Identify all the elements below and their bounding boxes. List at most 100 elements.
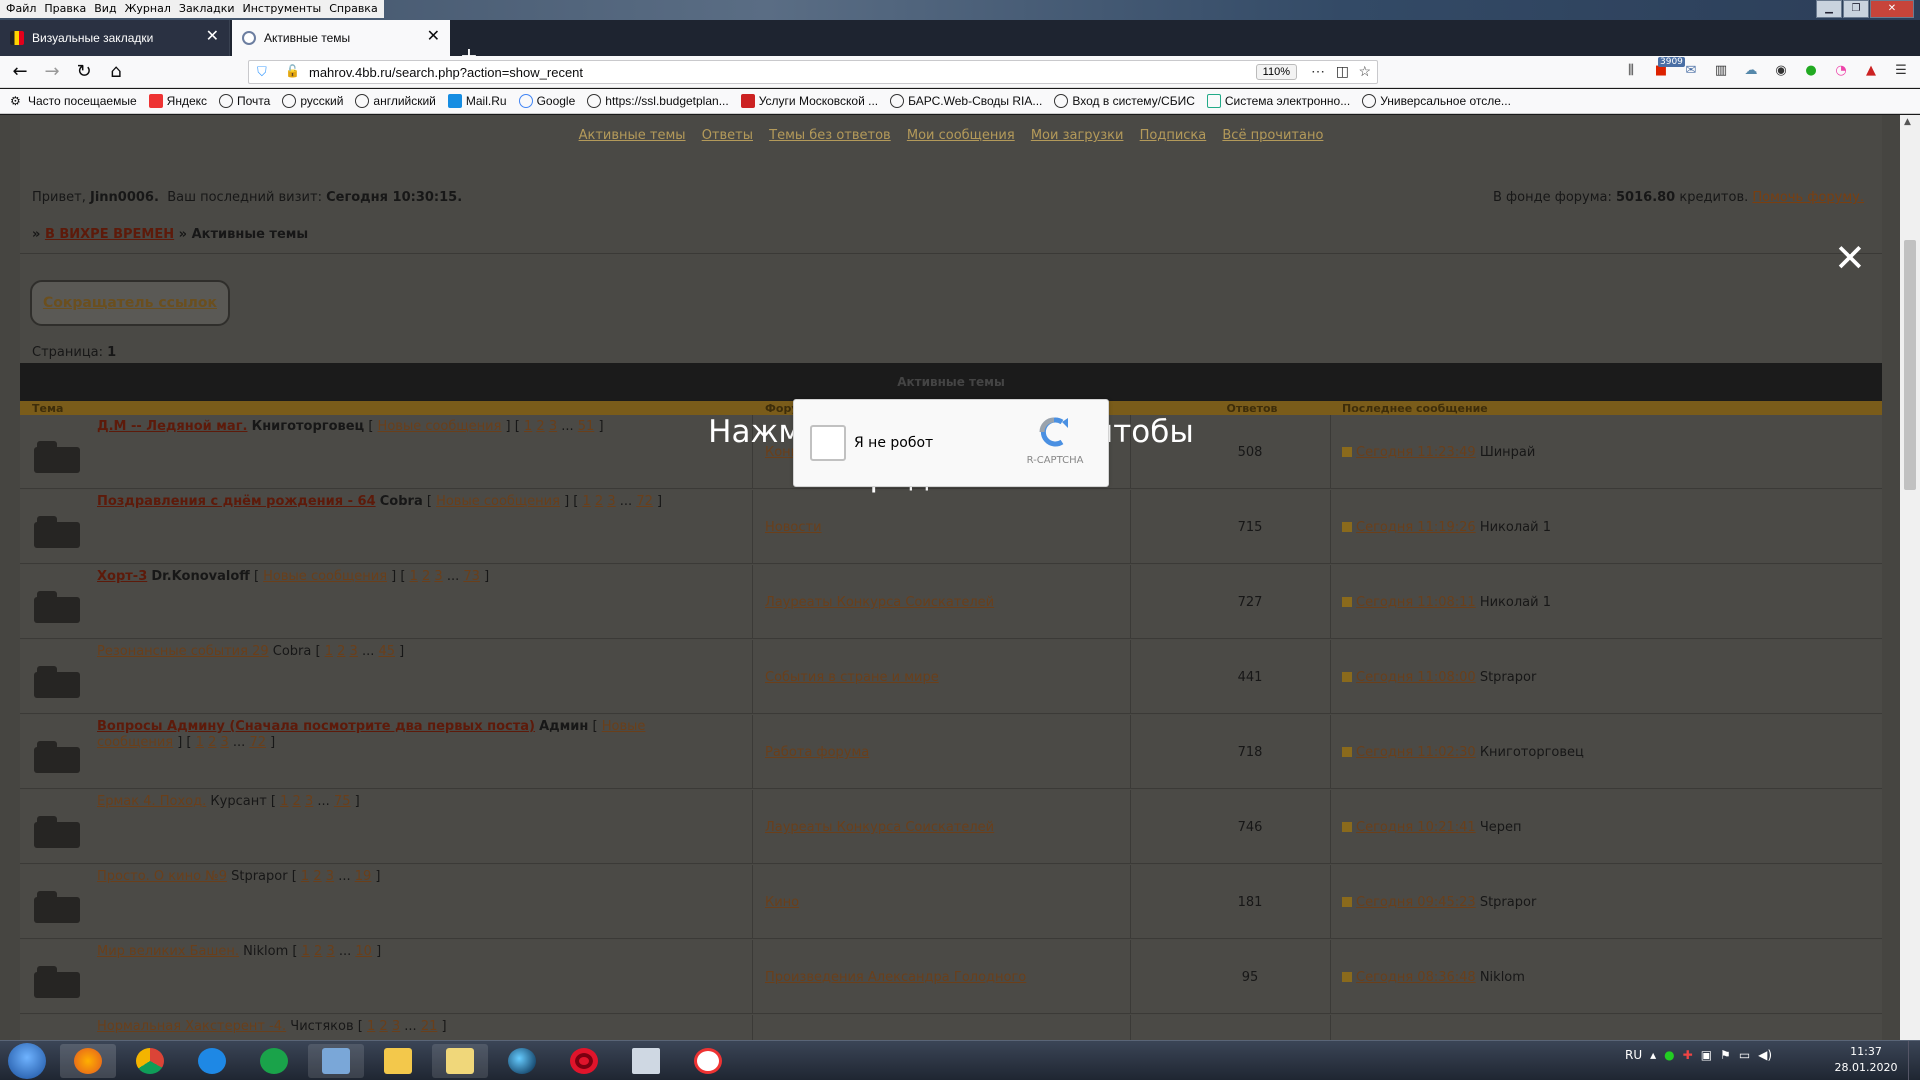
bookmark-item[interactable]: Услуги Московской ...: [740, 94, 878, 108]
help-forum-link[interactable]: Помочь форуму.: [1752, 190, 1864, 205]
topic-page-link[interactable]: 72: [249, 735, 266, 750]
taskbar-yandex-browser[interactable]: [680, 1044, 736, 1078]
bookmark-item[interactable]: https://ssl.budgetplan...: [587, 94, 729, 108]
last-post-link[interactable]: Сегодня 10:21:41: [1356, 820, 1476, 835]
bookmark-item[interactable]: БАРС.Web-Своды RIA...: [890, 94, 1042, 108]
nav-my-uploads[interactable]: Мои загрузки: [1031, 128, 1124, 143]
bookmark-item[interactable]: Google: [518, 94, 575, 108]
topic-page-link[interactable]: 2: [379, 1019, 387, 1034]
taskbar-chrome[interactable]: [122, 1044, 178, 1078]
vertical-scrollbar[interactable]: ▲: [1900, 115, 1920, 1040]
topic-page-link[interactable]: 73: [463, 569, 480, 584]
forum-link[interactable]: События в стране и мире: [765, 670, 939, 685]
tab-visual-bookmarks[interactable]: Визуальные закладки ✕: [0, 20, 230, 56]
extension-green-icon[interactable]: ●: [1802, 62, 1820, 80]
show-desktop-button[interactable]: [1908, 1041, 1920, 1080]
topic-page-link[interactable]: 2: [422, 569, 430, 584]
captcha-checkbox[interactable]: [810, 425, 846, 461]
taskbar-explorer[interactable]: [370, 1044, 426, 1078]
topic-page-link[interactable]: 10: [355, 944, 372, 959]
topic-page-link[interactable]: 2: [313, 869, 321, 884]
tray-app-icon[interactable]: ▣: [1701, 1047, 1712, 1063]
topic-page-link[interactable]: 1: [280, 794, 288, 809]
last-post-link[interactable]: Сегодня 11:08:00: [1356, 670, 1476, 685]
bookmark-item[interactable]: Вход в систему/СБИС: [1054, 94, 1195, 108]
reload-icon[interactable]: ↻: [74, 62, 94, 82]
language-indicator[interactable]: RU: [1625, 1047, 1642, 1063]
topic-page-link[interactable]: 2: [208, 735, 216, 750]
topic-title-link[interactable]: Ермак 4. Поход.: [97, 794, 206, 809]
taskbar-opera[interactable]: [556, 1044, 612, 1078]
breadcrumb-root-link[interactable]: В ВИХРЕ ВРЕМЕН: [45, 227, 174, 242]
topic-page-link[interactable]: 21: [421, 1019, 438, 1034]
topic-page-link[interactable]: 1: [196, 735, 204, 750]
tray-flag-icon[interactable]: ⚑: [1720, 1047, 1731, 1063]
tracking-shield-icon[interactable]: ⛉: [257, 65, 269, 79]
topic-page-link[interactable]: 3: [434, 569, 442, 584]
topic-page-link[interactable]: 75: [334, 794, 351, 809]
overlay-close-icon[interactable]: ✕: [1834, 239, 1866, 277]
taskbar-app-blue[interactable]: [494, 1044, 550, 1078]
bookmark-item[interactable]: Яндекс: [148, 94, 207, 108]
start-button-icon[interactable]: [8, 1043, 46, 1079]
nav-unanswered[interactable]: Темы без ответов: [769, 128, 891, 143]
forum-link[interactable]: Лауреаты Конкурса Соискателей: [765, 820, 994, 835]
close-tab-icon[interactable]: ✕: [427, 29, 440, 45]
last-post-link[interactable]: Сегодня 08:36:48: [1356, 970, 1476, 985]
sidebar-icon[interactable]: ▥: [1712, 62, 1730, 80]
topic-page-link[interactable]: 1: [301, 869, 309, 884]
forum-link[interactable]: Новости: [765, 520, 822, 535]
last-post-link[interactable]: Сегодня 11:08:11: [1356, 595, 1476, 610]
extension-red-icon[interactable]: ▲: [1862, 62, 1880, 80]
tray-network-icon[interactable]: ▭: [1739, 1047, 1750, 1063]
topic-title-link[interactable]: Хорт-3: [97, 569, 147, 584]
taskbar-ie[interactable]: [184, 1044, 240, 1078]
topic-page-link[interactable]: 2: [314, 944, 322, 959]
topic-page-link[interactable]: 2: [337, 644, 345, 659]
last-post-link[interactable]: Сегодня 09:45:23: [1356, 895, 1476, 910]
topic-page-link[interactable]: 1: [302, 944, 310, 959]
new-messages-link[interactable]: Новые сообщения: [263, 569, 387, 584]
tray-antivirus-icon[interactable]: ✚: [1683, 1047, 1693, 1063]
nav-replies[interactable]: Ответы: [702, 128, 753, 143]
nav-my-posts[interactable]: Мои сообщения: [907, 128, 1015, 143]
bookmark-star-icon[interactable]: ☆: [1358, 63, 1371, 80]
url-bar[interactable]: ⛉ 🔓 mahrov.4bb.ru/search.php?action=show…: [248, 60, 1378, 84]
tray-green-icon[interactable]: ●: [1664, 1047, 1674, 1063]
bookmark-item[interactable]: английский: [355, 94, 436, 108]
restore-button[interactable]: ❐: [1843, 0, 1869, 18]
bookmark-item[interactable]: ⚙ Часто посещаемые: [10, 94, 137, 108]
nav-subscriptions[interactable]: Подписка: [1140, 128, 1207, 143]
taskbar-folder-window[interactable]: [432, 1044, 488, 1078]
menu-bookmarks[interactable]: Закладки: [175, 0, 239, 18]
last-post-link[interactable]: Сегодня 11:19:26: [1356, 520, 1476, 535]
topic-page-link[interactable]: 3: [326, 944, 334, 959]
library-icon[interactable]: ⫼: [1622, 62, 1640, 80]
tray-volume-icon[interactable]: ◀): [1758, 1047, 1772, 1063]
bookmark-item[interactable]: Mail.Ru: [447, 94, 507, 108]
close-tab-icon[interactable]: ✕: [206, 29, 219, 45]
bookmark-item[interactable]: Система электронно...: [1206, 94, 1350, 108]
bookmark-item[interactable]: Почта: [219, 94, 270, 108]
forward-arrow-icon[interactable]: →: [42, 62, 62, 82]
menu-hamburger-icon[interactable]: ☰: [1892, 62, 1910, 80]
forum-link[interactable]: Работа форума: [765, 745, 869, 760]
bookmark-item[interactable]: русский: [282, 94, 343, 108]
extension-pink-icon[interactable]: ◔: [1832, 62, 1850, 80]
link-shortener-button[interactable]: Сокращатель ссылок: [30, 280, 230, 326]
url-text[interactable]: mahrov.4bb.ru/search.php?action=show_rec…: [309, 65, 583, 80]
nav-mark-all-read[interactable]: Всё прочитано: [1222, 128, 1323, 143]
forum-link[interactable]: Произведения Александра Голодного: [765, 970, 1026, 985]
taskbar-clock[interactable]: 11:37 28.01.2020: [1826, 1044, 1906, 1076]
menu-view[interactable]: Вид: [90, 0, 120, 18]
topic-page-link[interactable]: 3: [326, 869, 334, 884]
topic-page-link[interactable]: 3: [305, 794, 313, 809]
menu-edit[interactable]: Правка: [40, 0, 90, 18]
topic-page-link[interactable]: 19: [355, 869, 372, 884]
extension-account-icon[interactable]: ◉: [1772, 62, 1790, 80]
bookmark-item[interactable]: Универсальное отсле...: [1362, 94, 1511, 108]
home-icon[interactable]: ⌂: [106, 62, 126, 82]
insecure-lock-icon[interactable]: 🔓: [285, 64, 300, 80]
back-arrow-icon[interactable]: ←: [10, 62, 30, 82]
menu-history[interactable]: Журнал: [121, 0, 175, 18]
